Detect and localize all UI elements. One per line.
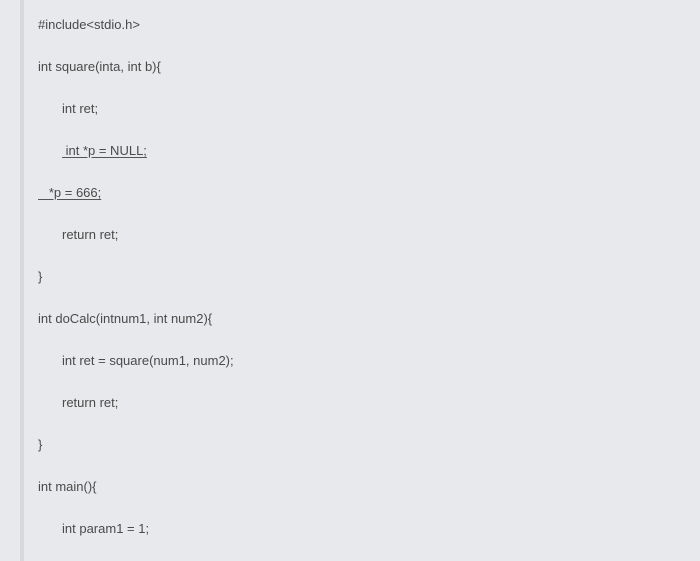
code-line: int main(){ <box>20 472 680 502</box>
blank-line <box>20 502 680 514</box>
blank-line <box>20 208 680 220</box>
code-line: int *p = NULL; <box>20 136 680 166</box>
blank-line <box>20 166 680 178</box>
code-line: int doCalc(intnum1, int num2){ <box>20 304 680 334</box>
blank-line <box>20 460 680 472</box>
blank-line <box>20 376 680 388</box>
blank-line <box>20 82 680 94</box>
code-block: #include<stdio.h> int square(inta, int b… <box>20 0 680 561</box>
code-line: int param2 = 2; <box>20 556 680 561</box>
code-line: } <box>20 430 680 460</box>
blank-line <box>20 334 680 346</box>
blank-line <box>20 124 680 136</box>
code-line: int param1 = 1; <box>20 514 680 544</box>
code-line: int square(inta, int b){ <box>20 52 680 82</box>
blank-line <box>20 292 680 304</box>
code-line: *p = 666; <box>20 178 680 208</box>
code-line: return ret; <box>20 220 680 250</box>
code-line: int ret = square(num1, num2); <box>20 346 680 376</box>
blank-line <box>20 250 680 262</box>
blank-line <box>20 418 680 430</box>
code-line: return ret; <box>20 388 680 418</box>
code-line: } <box>20 262 680 292</box>
blank-line <box>20 40 680 52</box>
blank-line <box>20 544 680 556</box>
code-line: int ret; <box>20 94 680 124</box>
code-line: #include<stdio.h> <box>20 10 680 40</box>
